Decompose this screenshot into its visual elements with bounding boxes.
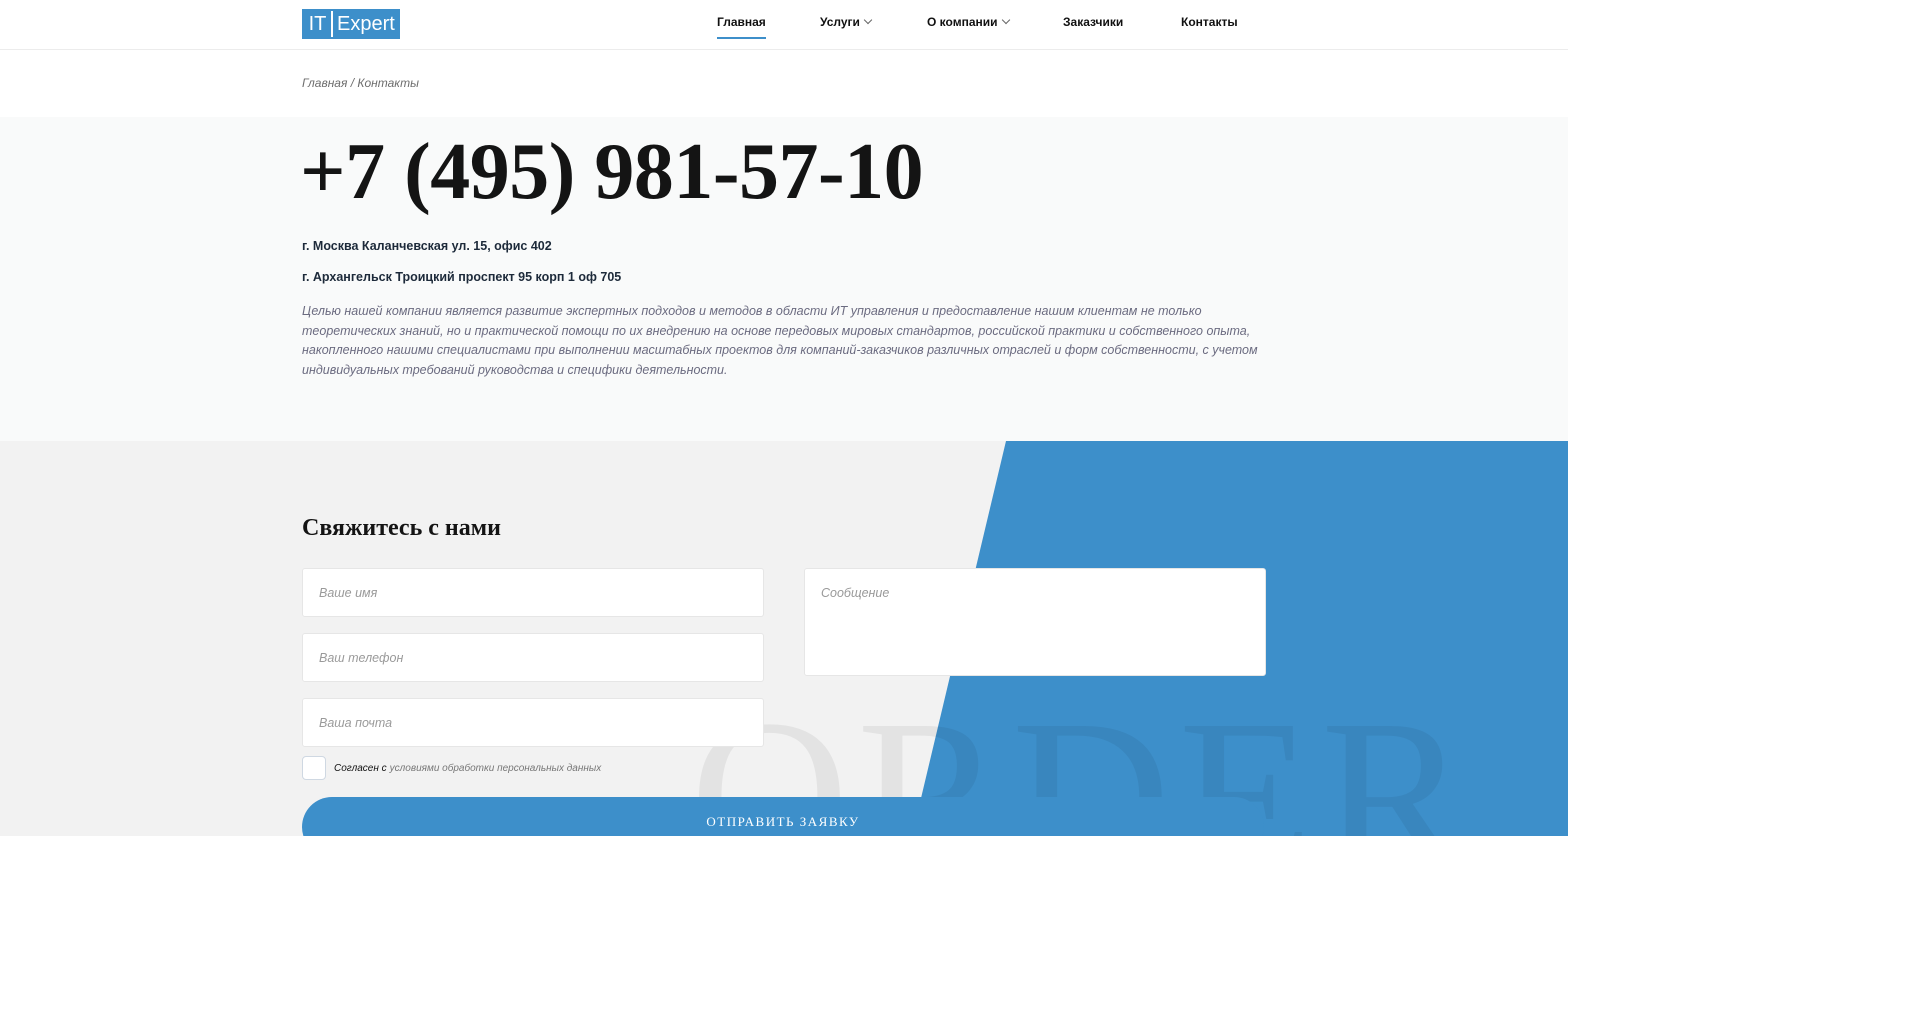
contacts-section: +7 (495) 981-57-10 г. Москва Каланчевска…	[0, 117, 1568, 441]
logo-expert-text: Expert	[331, 11, 398, 37]
nav-item-home[interactable]: Главная	[717, 15, 766, 40]
phone-input[interactable]	[302, 633, 764, 682]
site-header: IT Expert Главная Услуги О компании Зака…	[0, 0, 1568, 50]
address-arkhangelsk: г. Архангельск Троицкий проспект 95 корп…	[302, 270, 622, 284]
submit-button[interactable]: ОТПРАВИТЬ ЗАЯВКУ	[302, 797, 1264, 836]
consent-checkbox[interactable]	[302, 756, 326, 780]
phone-number[interactable]: +7 (495) 981-57-10	[300, 127, 924, 218]
email-input[interactable]	[302, 698, 764, 747]
site-logo[interactable]: IT Expert	[302, 9, 400, 39]
breadcrumb[interactable]: Главная / Контакты	[302, 76, 419, 90]
nav-item-label: Главная	[717, 15, 766, 29]
chevron-down-icon	[1001, 15, 1010, 25]
privacy-policy-link[interactable]: условиями обработки персональных данных	[390, 763, 602, 774]
nav-item-contacts[interactable]: Контакты	[1181, 15, 1238, 40]
nav-item-about[interactable]: О компании	[927, 15, 1010, 40]
nav-item-label: Услуги	[820, 15, 860, 29]
logo-it-text: IT	[304, 11, 331, 37]
form-title: Свяжитесь с нами	[302, 515, 501, 541]
consent-label: Согласен с	[334, 762, 387, 774]
address-moscow: г. Москва Каланчевская ул. 15, офис 402	[302, 239, 552, 253]
nav-item-label: О компании	[927, 15, 998, 29]
nav-item-services[interactable]: Услуги	[820, 15, 873, 40]
nav-item-label: Заказчики	[1063, 15, 1124, 29]
message-textarea[interactable]	[804, 568, 1266, 676]
chevron-down-icon	[863, 15, 873, 25]
contact-form-section: ORDER Свяжитесь с нами Согласен с услови…	[0, 441, 1568, 836]
nav-item-clients[interactable]: Заказчики	[1063, 15, 1123, 40]
nav-item-label: Контакты	[1181, 15, 1238, 29]
company-description: Целью нашей компании является развитие э…	[302, 304, 1258, 377]
consent-row: Согласен с условиями обработки персональ…	[302, 756, 601, 780]
name-input[interactable]	[302, 568, 764, 617]
